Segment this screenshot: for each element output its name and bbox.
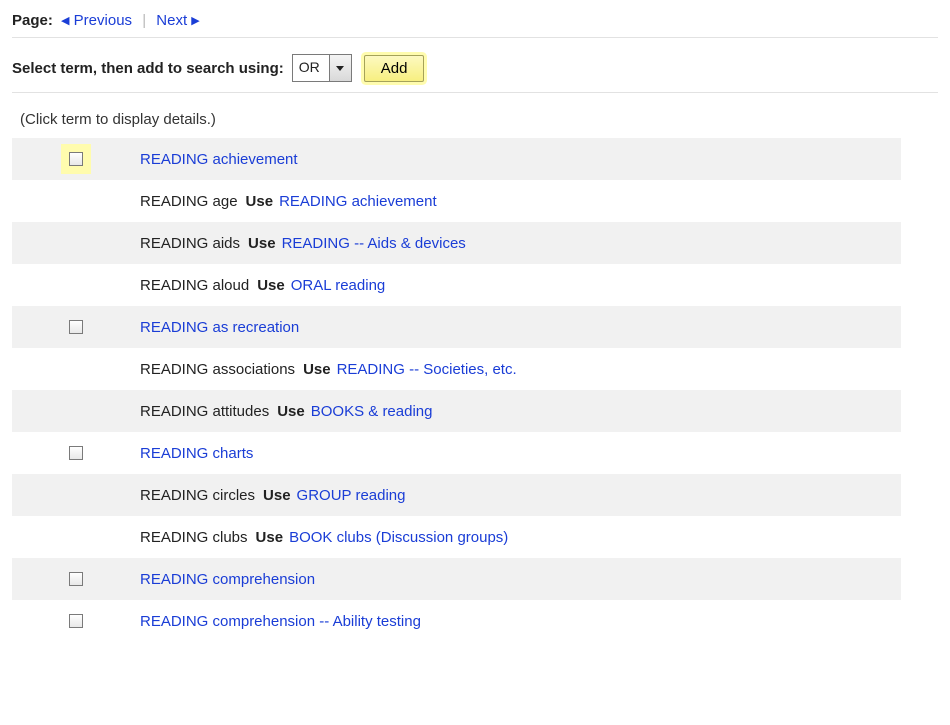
term-cell: READING circles Use GROUP reading (140, 487, 406, 504)
use-term-link[interactable]: READING -- Aids & devices (282, 235, 466, 252)
term-text: READING aids (140, 235, 240, 252)
use-term-link[interactable]: GROUP reading (297, 487, 406, 504)
term-row: READING aloud Use ORAL reading (12, 264, 901, 306)
term-row: READING attitudes Use BOOKS & reading (12, 390, 901, 432)
use-term-link[interactable]: BOOK clubs (Discussion groups) (289, 529, 508, 546)
use-label: Use (303, 361, 331, 378)
next-link[interactable]: Next ▶ (156, 12, 199, 29)
term-cell: READING clubs Use BOOK clubs (Discussion g… (140, 529, 508, 546)
hint-text: (Click term to display details.) (20, 111, 938, 128)
previous-link[interactable]: ◀ Previous (61, 12, 136, 29)
term-row: READING comprehension (12, 558, 901, 600)
pager: Page: ◀ Previous | Next ▶ (12, 12, 938, 38)
use-label: Use (246, 193, 274, 210)
term-cell: READING charts (140, 445, 253, 462)
term-row: READING age Use READING achievement (12, 180, 901, 222)
term-list: READING achievementREADING ageUseREADING… (12, 138, 901, 642)
checkbox-cell (12, 614, 140, 628)
term-link[interactable]: READING as recreation (140, 319, 299, 336)
checkbox-cell (12, 320, 140, 334)
use-term-link[interactable]: READING achievement (279, 193, 437, 210)
term-cell: READING aids Use READING -- Aids & devices (140, 235, 466, 252)
use-label: Use (263, 487, 291, 504)
use-term-link[interactable]: BOOKS & reading (311, 403, 433, 420)
term-checkbox[interactable] (69, 572, 83, 586)
term-cell: READING age Use READING achievement (140, 193, 437, 210)
term-row: READING aids Use READING -- Aids & devices (12, 222, 901, 264)
term-row: READING associations Use READING -- Societ… (12, 348, 901, 390)
use-term-link[interactable]: ORAL reading (291, 277, 386, 294)
select-term-row: Select term, then add to search using: O… (12, 38, 938, 93)
use-label: Use (257, 277, 285, 294)
term-row: READING achievement (12, 138, 901, 180)
term-checkbox[interactable] (69, 446, 83, 460)
term-row: READING clubs Use BOOK clubs (Discussion g… (12, 516, 901, 558)
previous-label: Previous (74, 12, 132, 29)
term-text: READING circles (140, 487, 255, 504)
term-cell: READING aloud Use ORAL reading (140, 277, 385, 294)
triangle-left-icon: ◀ (61, 15, 69, 27)
triangle-right-icon: ▶ (191, 15, 199, 27)
term-cell: READING as recreation (140, 319, 299, 336)
operator-select[interactable]: OR (292, 54, 352, 82)
term-link[interactable]: READING achievement (140, 151, 298, 168)
term-row: READING as recreation (12, 306, 901, 348)
term-text: READING attitudes (140, 403, 269, 420)
term-link[interactable]: READING comprehension (140, 571, 315, 588)
pager-separator: | (142, 12, 146, 29)
term-link[interactable]: READING charts (140, 445, 253, 462)
operator-dropdown-button[interactable] (329, 55, 351, 81)
use-term-link[interactable]: READING -- Societies, etc. (337, 361, 517, 378)
term-checkbox[interactable] (69, 614, 83, 628)
term-text: READING associations (140, 361, 295, 378)
page-label: Page: (12, 12, 53, 29)
term-text: READING age (140, 193, 238, 210)
use-label: Use (248, 235, 276, 252)
add-button[interactable]: Add (364, 55, 425, 82)
term-row: READING charts (12, 432, 901, 474)
term-link[interactable]: READING comprehension -- Ability testing (140, 613, 421, 630)
use-label: Use (256, 529, 284, 546)
chevron-down-icon (336, 66, 344, 71)
term-cell: READING comprehension (140, 571, 315, 588)
term-text: READING aloud (140, 277, 249, 294)
use-label: Use (277, 403, 305, 420)
term-cell: READING associations Use READING -- Societ… (140, 361, 517, 378)
term-cell: READING achievement (140, 151, 298, 168)
operator-value: OR (293, 55, 329, 81)
term-checkbox[interactable] (69, 320, 83, 334)
next-label: Next (156, 12, 187, 29)
term-cell: READING comprehension -- Ability testing (140, 613, 421, 630)
term-text: READING clubs (140, 529, 248, 546)
select-term-label: Select term, then add to search using: (12, 60, 284, 77)
term-row: READING circles Use GROUP reading (12, 474, 901, 516)
checkbox-cell (12, 152, 140, 166)
checkbox-cell (12, 572, 140, 586)
term-checkbox[interactable] (69, 152, 83, 166)
checkbox-cell (12, 446, 140, 460)
term-row: READING comprehension -- Ability testing (12, 600, 901, 642)
term-cell: READING attitudes Use BOOKS & reading (140, 403, 432, 420)
